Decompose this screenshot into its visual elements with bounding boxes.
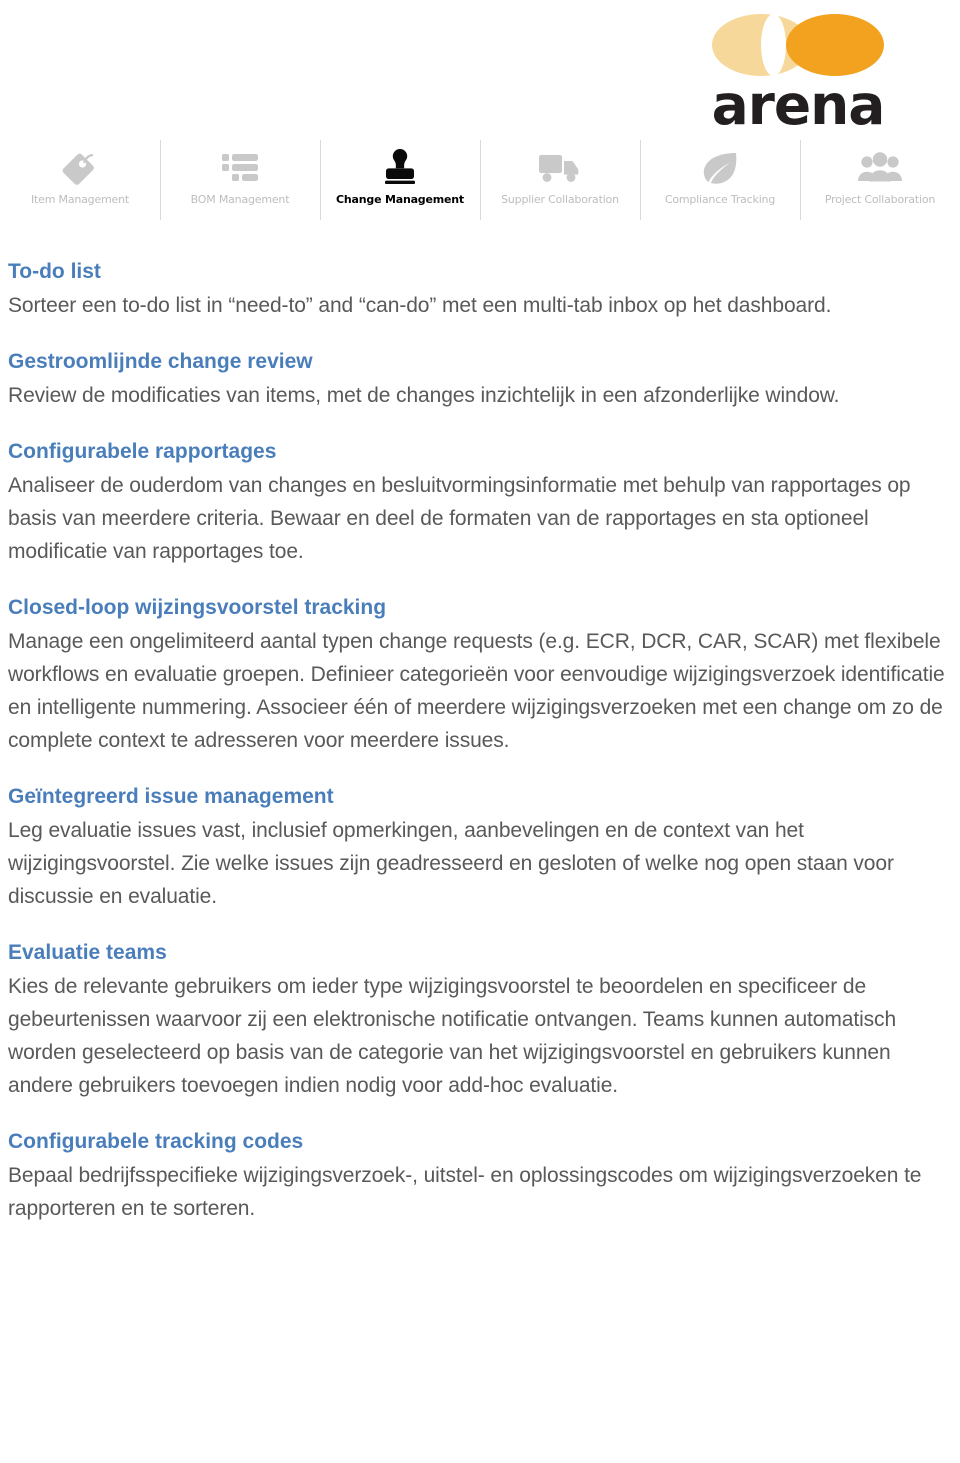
nav-label: Project Collaboration	[824, 193, 936, 206]
feature-section-evaluatie-teams: Evaluatie teams Kies de relevante gebrui…	[8, 937, 952, 1102]
logo-wordmark: arena	[711, 73, 886, 137]
nav-label: Compliance Tracking	[664, 193, 776, 206]
page-header: arena	[0, 0, 960, 133]
feature-section-gestroomlijnde-change-review: Gestroomlijnde change review Review de m…	[8, 346, 952, 412]
section-heading: Evaluatie teams	[8, 941, 167, 964]
logo-mark	[712, 14, 884, 76]
arena-logo: arena	[698, 14, 898, 133]
section-body: Manage een ongelimiteerd aantal typen ch…	[8, 630, 945, 752]
section-body: Analiseer de ouderdom van changes en bes…	[8, 474, 911, 563]
section-heading: Gestroomlijnde change review	[8, 350, 313, 373]
feature-section-closed-loop-wijzingsvoorstel-tracking: Closed-loop wijzingsvoorstel tracking Ma…	[8, 592, 952, 757]
logo-ellipse-right-icon	[786, 14, 884, 76]
nav-item-compliance-tracking[interactable]: Compliance Tracking	[640, 140, 800, 228]
feature-section-geintegreerd-issue-management: Geïntegreerd issue management Leg evalua…	[8, 781, 952, 913]
section-heading: To-do list	[8, 260, 101, 283]
truck-icon	[537, 146, 583, 190]
section-heading: Configurabele tracking codes	[8, 1130, 304, 1153]
nav-item-bom-management[interactable]: BOM Management	[160, 140, 320, 228]
nav-item-item-management[interactable]: Item Management	[0, 140, 160, 228]
section-body: Kies de relevante gebruikers om ieder ty…	[8, 975, 897, 1097]
nav-label: Supplier Collaboration	[501, 193, 619, 206]
section-body: Leg evaluatie issues vast, inclusief opm…	[8, 819, 894, 908]
leaf-icon	[699, 146, 741, 190]
section-heading: Configurabele rapportages	[8, 440, 277, 463]
section-heading: Closed-loop wijzingsvoorstel tracking	[8, 596, 387, 619]
section-body: Bepaal bedrijfsspecifieke wijzigingsverz…	[8, 1164, 922, 1220]
list-icon	[220, 146, 260, 190]
nav-item-supplier-collaboration[interactable]: Supplier Collaboration	[480, 140, 640, 228]
feature-section-to-do-list: To-do list Sorteer een to-do list in “ne…	[8, 256, 952, 322]
stamp-icon	[381, 146, 419, 190]
section-body: Sorteer een to-do list in “need-to” and …	[8, 294, 832, 317]
nav-item-project-collaboration[interactable]: Project Collaboration	[800, 140, 960, 228]
people-icon	[857, 146, 903, 190]
nav-label: Item Management	[31, 193, 129, 206]
nav-label: Change Management	[336, 193, 464, 206]
feature-section-configurabele-rapportages: Configurabele rapportages Analiseer de o…	[8, 436, 952, 568]
module-navbar: Item Management BOM Management Change Ma…	[0, 140, 960, 228]
section-heading: Geïntegreerd issue management	[8, 785, 334, 808]
feature-list: To-do list Sorteer een to-do list in “ne…	[8, 256, 952, 1225]
logo-overlap-icon	[761, 14, 786, 76]
nav-item-change-management[interactable]: Change Management	[320, 140, 480, 228]
section-body: Review de modificaties van items, met de…	[8, 384, 840, 407]
nav-label: BOM Management	[190, 193, 290, 206]
tag-icon	[59, 146, 101, 190]
feature-section-configurabele-tracking-codes: Configurabele tracking codes Bepaal bedr…	[8, 1126, 952, 1225]
